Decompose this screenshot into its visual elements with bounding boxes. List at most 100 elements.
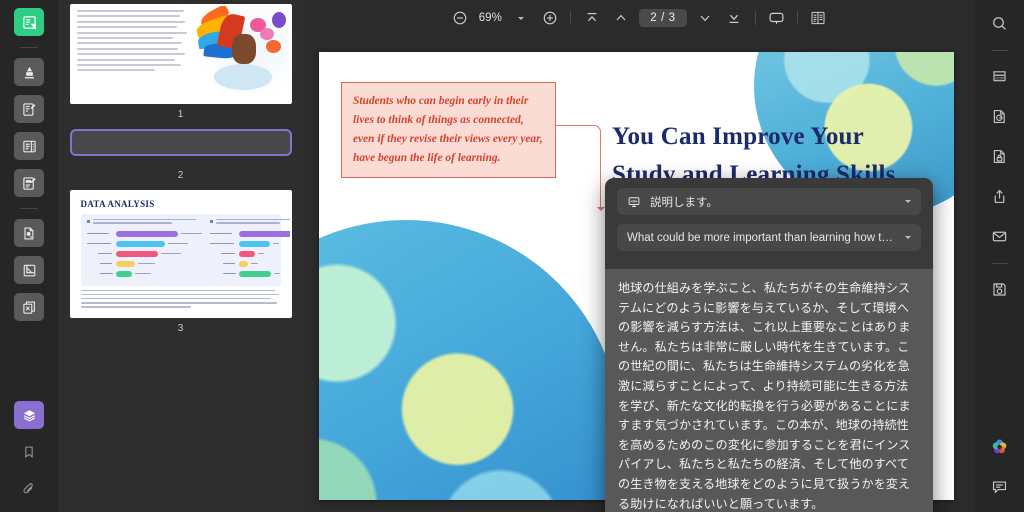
zoom-out-button[interactable] [446, 5, 473, 31]
pages-icon [22, 15, 36, 30]
zoom-level-label[interactable]: 69% [475, 12, 505, 24]
page-indicator[interactable]: 2 / 3 [639, 9, 687, 27]
last-page-icon [729, 14, 739, 23]
ai-result-text: 地球の仕組みを学ぶこと、私たちがその生命維持システムにどのように影響を与えている… [605, 269, 933, 512]
save-disk-icon [993, 283, 1006, 296]
last-page-button[interactable] [721, 5, 748, 31]
sidebar-item-compare[interactable] [14, 293, 44, 321]
comment-icon [992, 481, 1007, 494]
protect-button[interactable] [985, 142, 1015, 171]
chevron-down-icon [517, 16, 524, 23]
thumbnail-number-3: 3 [177, 323, 184, 334]
thumb3-bar-row [87, 270, 203, 277]
email-button[interactable] [985, 222, 1015, 251]
page-globe-illustration [319, 220, 621, 500]
svg-text:OCR: OCR [995, 75, 1004, 80]
sidebar-item-highlight[interactable] [14, 58, 44, 86]
right-rail-divider-2 [991, 263, 1008, 264]
ai-source-label: What could be more important than learni… [627, 231, 896, 244]
zoom-in-icon [543, 11, 557, 25]
sidebar-item-bookmarks[interactable] [14, 438, 44, 466]
sidebar-item-organize-pages[interactable] [14, 219, 44, 247]
zoom-in-button[interactable] [536, 5, 563, 31]
sidebar-item-outline[interactable] [14, 132, 44, 160]
pdf-reader-window: 1 You Can Improve Your Study and Learnin… [0, 0, 1024, 512]
zoom-dropdown-button[interactable] [507, 5, 534, 31]
first-page-button[interactable] [578, 5, 605, 31]
ai-flower-icon [992, 439, 1007, 454]
edit-doc-icon [22, 176, 36, 190]
legend-swatch-icon [86, 220, 90, 223]
ai-assistant-popup: 説明します。 What could be more important than… [605, 178, 933, 512]
toolbar-divider-2 [754, 11, 756, 25]
thumbnail-page-1[interactable] [69, 4, 292, 104]
crop-icon [23, 264, 35, 276]
explain-icon [628, 196, 640, 207]
presentation-icon [769, 12, 784, 24]
thumb1-text-block [72, 6, 194, 102]
toolbar-divider-3 [796, 11, 798, 25]
document-viewer: 69% 2 / 3 Students who can begin early i… [303, 0, 975, 512]
envelope-icon [992, 231, 1007, 242]
convert-button[interactable] [985, 102, 1015, 131]
left-tool-rail [0, 0, 58, 512]
comments-button[interactable] [985, 472, 1015, 501]
reading-mode-button[interactable] [805, 5, 832, 31]
share-upload-icon [994, 189, 1005, 204]
page-pull-quote: Students who can begin early in their li… [341, 82, 556, 178]
sidebar-item-attachments[interactable] [14, 475, 44, 503]
next-page-button[interactable] [692, 5, 719, 31]
thumb3-chart-right [209, 219, 290, 281]
page-copy-icon [23, 227, 33, 239]
thumb3-bar-row [209, 230, 290, 237]
chevron-down-icon [905, 200, 911, 206]
sidebar-item-crop[interactable] [14, 256, 44, 284]
search-icon [993, 17, 1006, 30]
thumb3-chart-panel [80, 214, 290, 286]
ai-action-select[interactable]: 説明します。 [617, 188, 921, 215]
ai-source-select[interactable]: What could be more important than learni… [617, 224, 921, 251]
thumb3-chart-left [86, 219, 203, 281]
lock-doc-icon [993, 149, 1005, 164]
note-pen-icon [22, 102, 35, 116]
thumb3-bar-row [209, 240, 290, 247]
toolbar-divider-1 [570, 11, 572, 25]
sidebar-item-thumbnails[interactable] [14, 8, 44, 36]
ai-assistant-button[interactable] [985, 432, 1015, 461]
share-button[interactable] [985, 182, 1015, 211]
next-page-icon [700, 15, 710, 22]
thumbnail-number-1: 1 [177, 109, 184, 120]
thumbnail-page-3[interactable]: DATA ANALYSIS [69, 190, 292, 318]
thumb3-legend-left [86, 219, 203, 226]
ocr-button[interactable]: OCR [985, 62, 1015, 91]
ai-action-label: 説明します。 [650, 196, 718, 209]
sidebar-item-layers[interactable] [14, 401, 44, 429]
save-button[interactable] [985, 275, 1015, 304]
thumb3-title: DATA ANALYSIS [80, 199, 155, 209]
thumb3-bar-row [87, 260, 203, 267]
thumb3-caption [80, 289, 281, 308]
previous-page-button[interactable] [607, 5, 634, 31]
book-view-icon [811, 11, 825, 25]
zoom-out-icon [453, 11, 467, 25]
prev-page-icon [616, 14, 626, 21]
thumb3-bar-row [210, 270, 290, 277]
sidebar-item-edit[interactable] [14, 169, 44, 197]
right-tool-rail: OCR [975, 0, 1024, 512]
thumbnail-panel[interactable]: 1 You Can Improve Your Study and Learnin… [58, 0, 303, 512]
ai-popup-header: 説明します。 What could be more important than… [605, 178, 933, 269]
bookmark-icon [25, 446, 33, 458]
thumb3-content: DATA ANALYSIS [71, 192, 290, 316]
thumb3-bar-row [210, 260, 290, 267]
right-rail-divider-1 [991, 50, 1008, 51]
thumb1-content [72, 6, 290, 102]
thumb3-bar-row [210, 250, 290, 257]
rail-divider-1 [20, 47, 38, 48]
presentation-mode-button[interactable] [763, 5, 790, 31]
stack-docs-icon [22, 301, 35, 314]
thumbnail-page-2[interactable]: You Can Improve Your Study and Learning … [69, 129, 292, 156]
search-button[interactable] [985, 9, 1015, 38]
highlighter-icon [24, 66, 34, 78]
thumb3-bar-row [86, 240, 203, 247]
sidebar-item-annotate[interactable] [14, 95, 44, 123]
